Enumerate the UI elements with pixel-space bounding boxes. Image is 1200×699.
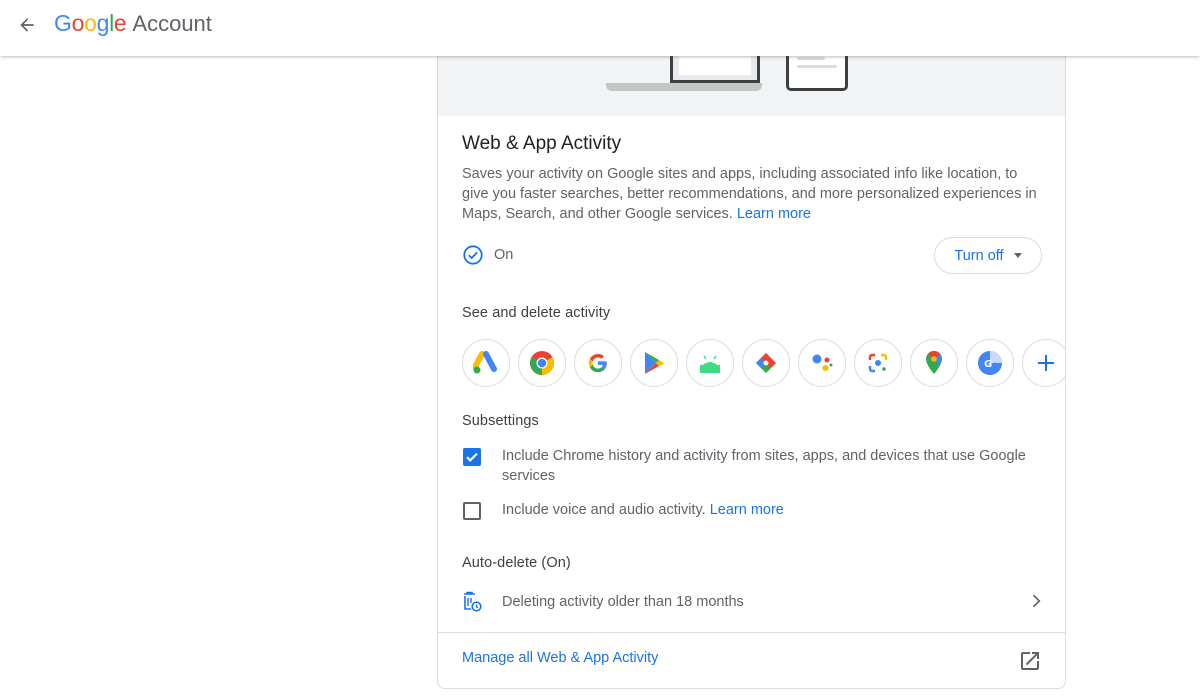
voice-audio-checkbox[interactable] (462, 501, 482, 521)
caret-down-icon (1013, 253, 1022, 258)
laptop-base (606, 83, 762, 91)
learn-more-link[interactable]: Learn more (737, 206, 811, 222)
subsettings-heading: Subsettings (462, 413, 539, 429)
turn-off-label: Turn off (954, 247, 1004, 264)
checkbox-unchecked (463, 502, 481, 520)
check-circle-icon (463, 245, 483, 265)
section-title: Web & App Activity (462, 133, 622, 154)
divider (438, 632, 1065, 633)
turn-off-button[interactable]: Turn off (934, 237, 1042, 274)
manage-activity-link[interactable]: Manage all Web & App Activity (462, 650, 658, 666)
voice-audio-text: Include voice and audio activity. (502, 502, 706, 518)
product-label: Account (132, 11, 212, 36)
google-account-logo[interactable]: Google Account (54, 10, 212, 37)
google-assistant-icon[interactable] (798, 339, 846, 387)
google-play-icon[interactable] (630, 339, 678, 387)
back-arrow-icon[interactable] (14, 12, 40, 38)
google-shopping-icon[interactable] (742, 339, 790, 387)
voice-audio-label: Include voice and audio activity. Learn … (502, 500, 1032, 520)
tablet-line (797, 57, 825, 60)
section-description: Saves your activity on Google sites and … (462, 164, 1042, 224)
chrome-history-label: Include Chrome history and activity from… (502, 448, 1026, 484)
app-header: Google Account (0, 0, 1200, 56)
android-icon[interactable] (686, 339, 734, 387)
chrome-icon[interactable] (518, 339, 566, 387)
see-delete-heading: See and delete activity (462, 305, 611, 321)
svg-text:文: 文 (991, 361, 999, 371)
open-in-new-icon[interactable] (1018, 649, 1042, 673)
chrome-history-option: Include Chrome history and activity from… (462, 446, 1032, 486)
web-app-activity-card: Web & App Activity Saves your activity o… (437, 40, 1066, 689)
google-maps-icon[interactable] (910, 339, 958, 387)
voice-learn-more-link[interactable]: Learn more (710, 502, 784, 518)
status-label: On (494, 247, 514, 263)
google-logo: Google (54, 10, 127, 36)
auto-delete-icon (464, 591, 482, 612)
add-icon[interactable] (1022, 339, 1065, 387)
google-lens-icon[interactable] (854, 339, 902, 387)
status-indicator: On (462, 244, 513, 266)
google-translate-icon[interactable]: G文 (966, 339, 1014, 387)
tablet-line (797, 65, 837, 68)
autodelete-row[interactable]: Deleting activity older than 18 months (462, 589, 1042, 615)
voice-audio-option: Include voice and audio activity. Learn … (462, 500, 1032, 521)
chevron-right-icon (1032, 594, 1041, 608)
app-icons-row: G文 (462, 339, 1065, 387)
google-ads-icon[interactable] (462, 339, 510, 387)
google-search-icon[interactable] (574, 339, 622, 387)
autodelete-heading: Auto-delete (On) (462, 555, 571, 571)
checkbox-checked (463, 448, 481, 466)
autodelete-text: Deleting activity older than 18 months (502, 594, 744, 610)
chrome-history-checkbox[interactable] (462, 447, 482, 467)
